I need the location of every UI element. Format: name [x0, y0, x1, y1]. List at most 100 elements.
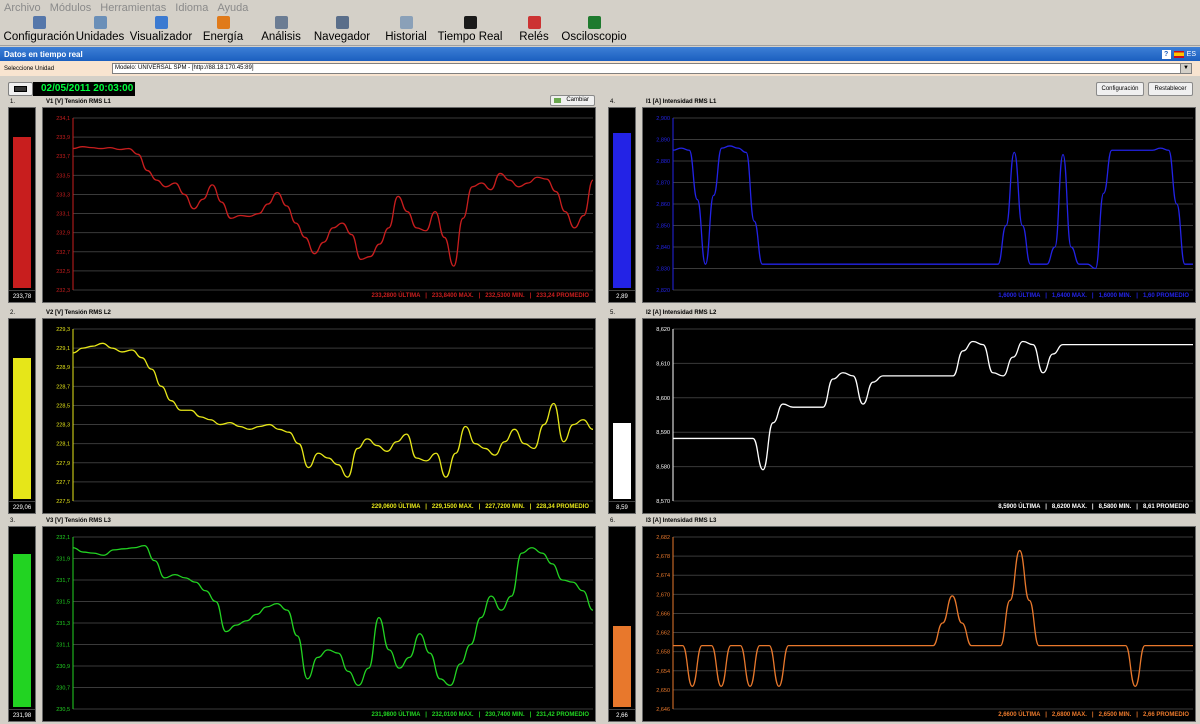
reset-button[interactable]: Restablecer: [1148, 82, 1193, 96]
y-tick-label: 2,678: [656, 554, 670, 560]
y-tick-label: 2,646: [656, 707, 670, 713]
y-tick-label: 231,1: [56, 643, 70, 649]
y-tick-label: 230,5: [56, 707, 70, 713]
level-gauge-value: 2,89: [609, 290, 635, 302]
toolbar-button-7[interactable]: Tiempo Real: [438, 16, 502, 46]
swap-icon: [554, 98, 561, 103]
toolbar-button-0[interactable]: Configuración: [4, 16, 74, 46]
analysis-icon: [274, 16, 288, 29]
toolbar-label: Osciloscopio: [561, 31, 627, 43]
y-tick-label: 2,662: [656, 631, 670, 637]
y-tick-label: 233,3: [56, 192, 70, 198]
toolbar-label: Visualizador: [129, 31, 193, 43]
y-tick-label: 2,850: [656, 224, 670, 230]
series-line: [72, 342, 594, 478]
y-tick-label: 230,7: [56, 686, 70, 692]
toolbar-button-4[interactable]: Análisis: [261, 16, 301, 46]
panel-title: I1 [A] Intensidad RMS L1: [646, 99, 717, 105]
y-tick-label: 233,5: [56, 173, 70, 179]
y-tick-label: 2,820: [656, 288, 670, 294]
trend-chart: 229,3 229,1 228,9 228,7 228,5 228,3 228,1 227,9…: [42, 318, 596, 514]
series-line: [673, 549, 1193, 688]
trend-chart: 232,1 231,9 231,7 231,5 231,3 231,1 230,9 230,7…: [42, 526, 596, 722]
trend-chart: 2,900 2,890 2,880 2,870 2,860 2,850 2,840 2,830…: [642, 107, 1196, 303]
level-gauge: 231,98: [8, 526, 36, 722]
unit-select[interactable]: Modelo: UNIVERSAL SPM - [http://88.18.17…: [112, 63, 1192, 74]
menu-item-3[interactable]: Idioma: [175, 2, 208, 14]
level-gauge-fill: [13, 136, 31, 288]
y-tick-label: 233,1: [56, 212, 70, 218]
toolbar-button-9[interactable]: Osciloscopio: [561, 16, 627, 46]
change-button-label: Cambiar: [566, 97, 589, 103]
help-icon[interactable]: ?: [1161, 49, 1171, 59]
y-tick-label: 234,1: [56, 116, 70, 122]
y-tick-label: 2,670: [656, 592, 670, 598]
y-tick-label: 228,1: [56, 442, 70, 448]
toolbar-button-3[interactable]: Energía: [203, 16, 243, 46]
keyboard-icon: [14, 86, 27, 92]
series-line: [672, 340, 1193, 471]
panel-number: 4.: [610, 99, 616, 105]
trend-chart-svg: 232,1 231,9 231,7 231,5 231,3 231,1 230,9 230,7…: [56, 535, 594, 713]
toolbar-label: Tiempo Real: [437, 31, 503, 43]
unit-select-value: Modelo: UNIVERSAL SPM - [http://88.18.17…: [115, 65, 254, 71]
language-label[interactable]: ES: [1187, 51, 1196, 58]
statistics-summary: 231,9800 ÚLTIMA | 232,0100 MAX. | 230,74…: [371, 712, 589, 718]
trend-chart-svg: 2,682 2,678 2,674 2,670 2,666 2,662 2,658 2,654…: [656, 535, 1193, 713]
series-line: [672, 145, 1193, 270]
y-tick-label: 8,570: [656, 499, 670, 505]
unit-selector-label: Seleccione Unidad: [4, 65, 55, 72]
y-tick-label: 232,1: [56, 535, 70, 541]
spain-flag-icon[interactable]: [1173, 50, 1184, 58]
trend-chart: 8,620 8,610 8,600 8,590 8,580 8,570 8,5900 ÚLT…: [642, 318, 1196, 514]
statistics-summary: 8,5900 ÚLTIMA | 8,6200 MAX. | 8,5800 MIN…: [998, 504, 1189, 510]
toolbar-button-8[interactable]: Relés: [519, 16, 549, 46]
y-tick-label: 232,7: [56, 250, 70, 256]
level-gauge-value: 229,06: [9, 501, 35, 513]
level-gauge-fill: [613, 423, 631, 499]
keyboard-button[interactable]: [8, 82, 33, 96]
level-gauge: 233,78: [8, 107, 36, 303]
toolbar-button-6[interactable]: Historial: [385, 16, 427, 46]
y-tick-label: 2,900: [656, 116, 670, 122]
y-tick-label: 8,610: [656, 361, 670, 367]
y-tick-label: 8,580: [656, 465, 670, 471]
statistics-summary: 233,2800 ÚLTIMA | 233,8400 MAX. | 232,53…: [371, 293, 589, 299]
menu-item-0[interactable]: Archivo: [4, 2, 41, 14]
panel-title: V1 [V] Tensión RMS L1: [46, 99, 111, 105]
y-tick-label: 2,890: [656, 138, 670, 144]
menu-item-4[interactable]: Ayuda: [217, 2, 248, 14]
oscilloscope-icon: [587, 16, 601, 29]
y-tick-label: 232,9: [56, 231, 70, 237]
browser-icon: [335, 16, 349, 29]
y-tick-label: 2,674: [656, 573, 670, 579]
level-gauge-value: 233,78: [9, 290, 35, 302]
menu-item-2[interactable]: Herramientas: [100, 2, 166, 14]
trend-chart-svg: 229,3 229,1 228,9 228,7 228,5 228,3 228,1 227,9…: [56, 327, 594, 505]
panel-number: 5.: [610, 310, 616, 316]
toolbar-button-2[interactable]: Visualizador: [129, 16, 193, 46]
menu-item-1[interactable]: Módulos: [50, 2, 92, 14]
trend-chart-svg: 8,620 8,610 8,600 8,590 8,580 8,570: [656, 327, 1193, 505]
toolbar-button-5[interactable]: Navegador: [314, 16, 370, 46]
y-tick-label: 2,870: [656, 181, 670, 187]
y-tick-label: 2,840: [656, 245, 670, 251]
toolbar-button-1[interactable]: Unidades: [76, 16, 124, 46]
relay-icon: [527, 16, 541, 29]
y-tick-label: 2,666: [656, 611, 670, 617]
chevron-down-icon[interactable]: ▼: [1180, 64, 1191, 73]
statistics-summary: 229,0600 ÚLTIMA | 229,1500 MAX. | 227,72…: [371, 504, 589, 510]
level-gauge-fill: [613, 133, 631, 288]
menu-bar: Archivo Módulos Herramientas Idioma Ayuda: [0, 0, 1200, 16]
monitor-icon: [463, 16, 477, 29]
change-button[interactable]: Cambiar: [550, 95, 595, 106]
y-tick-label: 231,5: [56, 600, 70, 606]
configuration-button[interactable]: Configuración: [1096, 82, 1144, 96]
y-tick-label: 2,650: [656, 688, 670, 694]
level-gauge-value: 2,66: [609, 709, 635, 721]
history-icon: [399, 16, 413, 29]
series-line: [72, 544, 594, 687]
y-tick-label: 231,3: [56, 621, 70, 627]
trend-chart: 234,1 233,9 233,7 233,5 233,3 233,1 232,9 232,7…: [42, 107, 596, 303]
gear-globe-icon: [32, 16, 46, 29]
